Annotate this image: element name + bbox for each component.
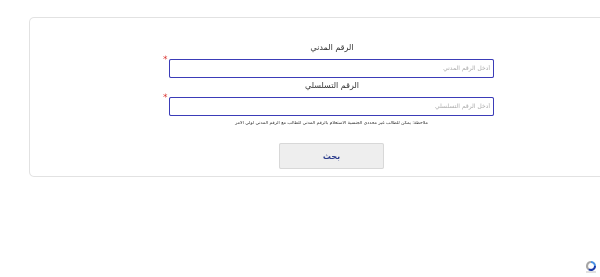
- serial-number-label: الرقم التسلسلي: [304, 81, 360, 90]
- recaptcha-icon[interactable]: [585, 259, 597, 273]
- serial-number-input[interactable]: [169, 97, 494, 116]
- page: الرقم المدني * الرقم التسلسلي * ملاحظة: …: [0, 0, 600, 277]
- recaptcha-icon-graphic: [586, 261, 596, 273]
- civil-id-label: الرقم المدني: [310, 43, 354, 52]
- required-mark-civil-id: *: [163, 55, 168, 65]
- required-mark-serial: *: [163, 93, 168, 103]
- form-note: ملاحظة: يمكن للطالب غير محددي الجنسية ال…: [235, 121, 428, 126]
- civil-id-input[interactable]: [169, 59, 494, 78]
- search-button[interactable]: بحث: [279, 143, 384, 169]
